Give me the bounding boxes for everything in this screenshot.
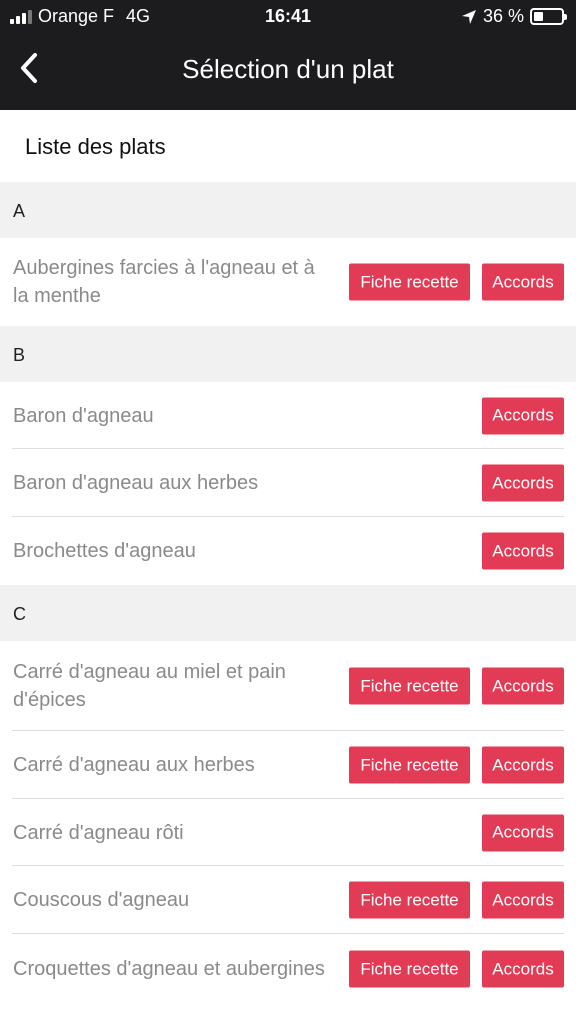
dish-name: Carré d'agneau au miel et pain d'épices <box>13 661 286 711</box>
page-title: Sélection d'un plat <box>182 54 394 84</box>
list-header: Liste des plats <box>0 110 576 182</box>
dish-row[interactable]: Baron d'agneau Accords <box>0 382 576 449</box>
recipe-button[interactable]: Fiche recette <box>349 263 470 301</box>
recipe-button[interactable]: Fiche recette <box>349 746 470 784</box>
dish-name: Carré d'agneau rôti <box>13 821 184 844</box>
battery-icon <box>530 8 567 25</box>
section-header: A <box>0 182 576 238</box>
accords-button[interactable]: Accords <box>482 397 564 434</box>
battery-percent: 36 % <box>482 6 524 26</box>
dish-row[interactable]: Carré d'agneau aux herbes Fiche recette Ac… <box>0 731 576 799</box>
accords-button[interactable]: Accords <box>482 746 564 784</box>
status-right: 36 % <box>461 6 567 27</box>
dish-row[interactable]: Baron d'agneau aux herbes Accords <box>0 449 576 517</box>
dish-name: Couscous d'agneau <box>13 889 190 911</box>
accords-button[interactable]: Accords <box>482 667 564 705</box>
location-arrow-icon <box>461 9 476 24</box>
dish-name: Brochettes d'agneau <box>13 540 196 562</box>
dish-name: Baron d'agneau aux herbes <box>13 472 259 494</box>
section-header: B <box>0 326 576 382</box>
section-header: C <box>0 585 576 641</box>
status-bar: Orange F 4G 16:41 36 % <box>0 0 576 32</box>
accords-button[interactable]: Accords <box>482 950 564 988</box>
navigation-bar: Sélection d'un plat <box>0 32 576 110</box>
recipe-button[interactable]: Fiche recette <box>349 950 470 988</box>
dish-name: Croquettes d'agneau et aubergines <box>13 958 325 980</box>
dish-name: Carré d'agneau aux herbes <box>13 754 255 776</box>
dish-row[interactable]: Brochettes d'agneau Accords <box>0 517 576 585</box>
dish-name: Aubergines farcies à l'agneau et à la me… <box>13 257 315 307</box>
dish-row[interactable]: Carré d'agneau rôti Accords <box>0 799 576 866</box>
accords-button[interactable]: Accords <box>482 814 564 851</box>
dish-row[interactable]: Croquettes d'agneau et aubergines Fiche r… <box>0 934 576 1004</box>
accords-button[interactable]: Accords <box>482 881 564 919</box>
dish-row[interactable]: Couscous d'agneau Fiche recette Accords <box>0 866 576 934</box>
top-bar: Orange F 4G 16:41 36 % Sélection d'un pl… <box>0 0 576 110</box>
dish-row[interactable]: Carré d'agneau au miel et pain d'épices F… <box>0 641 576 731</box>
battery-fill <box>534 12 544 21</box>
dish-row[interactable]: Aubergines farcies à l'agneau et à la me… <box>0 238 576 326</box>
accords-button[interactable]: Accords <box>482 263 564 301</box>
accords-button[interactable]: Accords <box>482 464 564 502</box>
dish-name: Baron d'agneau <box>13 404 154 427</box>
dish-list: A Aubergines farcies à l'agneau et à la m… <box>0 182 576 1004</box>
list-title: Liste des plats <box>25 134 166 159</box>
recipe-button[interactable]: Fiche recette <box>349 881 470 919</box>
accords-button[interactable]: Accords <box>482 532 564 570</box>
recipe-button[interactable]: Fiche recette <box>349 667 470 705</box>
